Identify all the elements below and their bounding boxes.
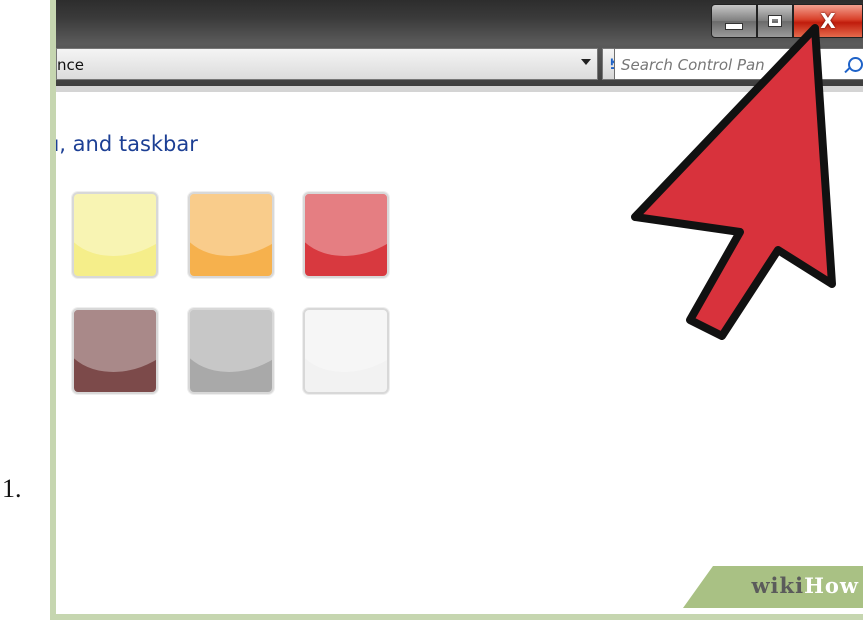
maximize-icon [768,15,782,27]
color-swatch-brown[interactable] [72,308,158,394]
wikihow-watermark: wikiHow [683,566,863,608]
address-bar: nce ↹ Search Control Pan [56,44,863,86]
color-swatch-yellow[interactable] [72,192,158,278]
maximize-button[interactable] [757,4,793,38]
page-heading: u, and taskbar [56,132,198,156]
toolbar-separator [56,86,863,92]
color-swatch-orange[interactable] [188,192,274,278]
minimize-button[interactable] [711,4,757,38]
watermark-how: How [804,573,859,598]
close-icon: X [820,9,836,33]
window-frame: X nce ↹ Search Control Pan u, and taskba… [50,0,863,620]
color-swatch-red[interactable] [303,192,389,278]
color-swatch-gray[interactable] [188,308,274,394]
search-icon[interactable] [848,57,863,72]
color-swatch-white[interactable] [303,308,389,394]
search-placeholder: Search Control Pan [621,56,765,74]
close-button[interactable]: X [793,4,863,38]
watermark-text: wikiHow [751,573,859,598]
step-number: 1. [2,474,22,503]
window-controls: X [711,4,863,38]
address-field[interactable]: nce [56,48,598,80]
search-input[interactable]: Search Control Pan [614,48,863,80]
control-panel-window: X nce ↹ Search Control Pan u, and taskba… [56,0,863,614]
address-text: nce [57,56,84,74]
address-dropdown-icon[interactable] [581,59,591,65]
minimize-icon [725,22,743,30]
watermark-wiki: wiki [751,573,805,598]
title-bar[interactable]: X [56,0,863,44]
